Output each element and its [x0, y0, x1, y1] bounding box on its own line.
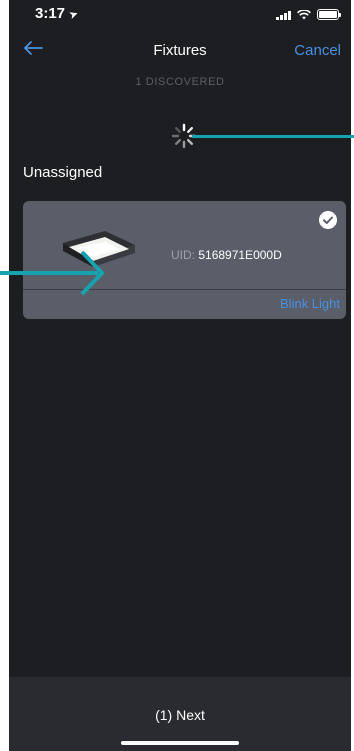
wifi-icon: [297, 9, 311, 19]
annotation-pointer-line: [192, 135, 354, 138]
discovered-count: 1 DISCOVERED: [135, 76, 225, 88]
fixture-uid: UID: 5168971E000D: [171, 248, 282, 262]
status-time: 3:17 ➤: [35, 5, 81, 23]
status-icons: [276, 9, 341, 20]
signal-icon: [276, 10, 291, 20]
bottom-bar: (1) Next: [9, 677, 351, 751]
checkmark-icon: [323, 216, 333, 224]
phone-screen: 3:17 ➤ Fixtures Cancel 1 DISCOVERED Unas…: [9, 0, 351, 751]
selected-checkbox[interactable]: [319, 211, 337, 229]
status-time-text: 3:17: [35, 5, 66, 22]
annotation-arrow-icon: [0, 250, 105, 296]
section-title-unassigned: Unassigned: [23, 164, 103, 181]
blink-light-button[interactable]: Blink Light: [280, 296, 340, 311]
nav-bar: Fixtures Cancel: [9, 36, 351, 66]
cancel-button[interactable]: Cancel: [294, 42, 341, 59]
next-button[interactable]: (1) Next: [9, 707, 351, 723]
status-bar: 3:17 ➤: [9, 0, 351, 30]
battery-icon: [317, 9, 341, 20]
location-icon: ➤: [67, 7, 81, 23]
uid-label: UID:: [171, 248, 195, 262]
uid-value: 5168971E000D: [198, 248, 282, 262]
home-indicator: [121, 741, 239, 745]
